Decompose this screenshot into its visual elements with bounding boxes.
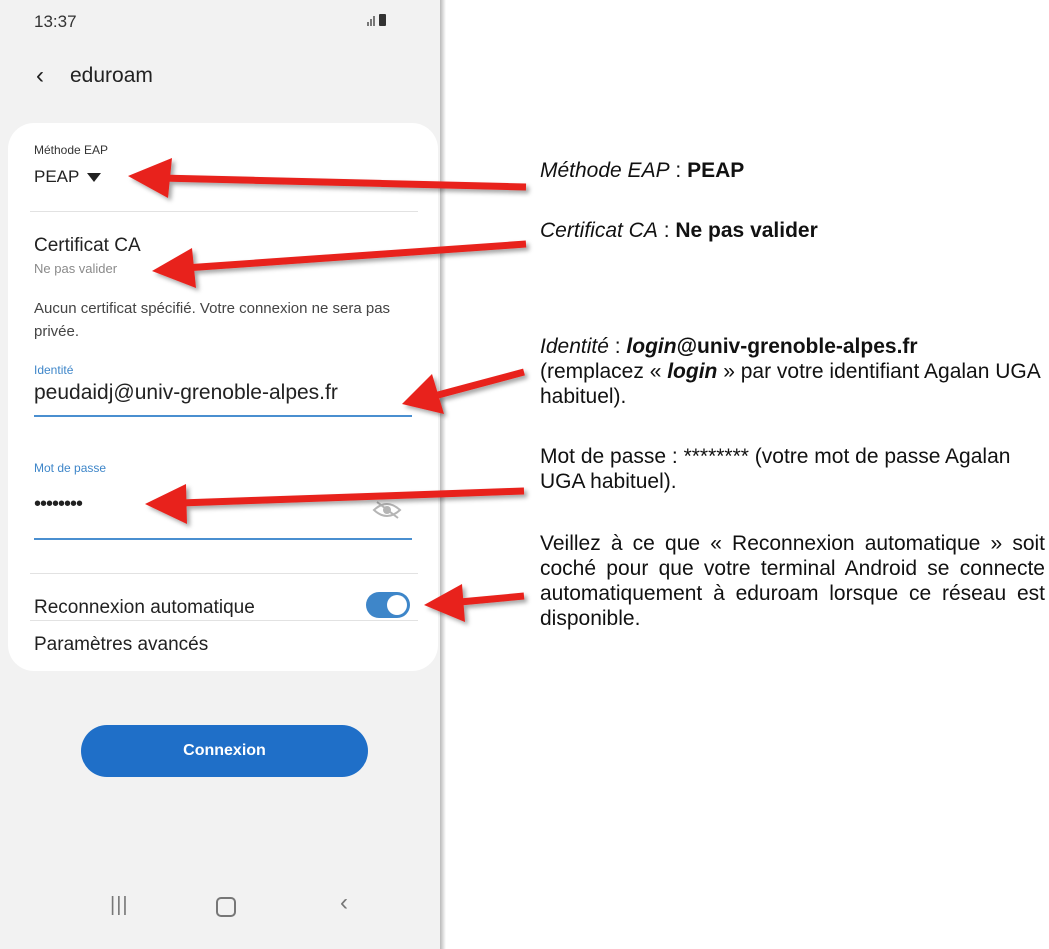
back-icon[interactable]: ‹ — [340, 889, 348, 917]
auto-reconnect-toggle[interactable] — [366, 592, 410, 618]
annotation-password: Mot de passe : ******** (votre mot de pa… — [540, 445, 1011, 493]
signal-icon — [367, 14, 375, 26]
annotation-eap: Méthode EAP : PEAP — [540, 159, 745, 182]
phone-screen: 13:37 ‹ eduroam Méthode EAP PEAP Certifi… — [0, 0, 440, 949]
password-field[interactable]: •••••••• — [34, 493, 83, 516]
identity-field[interactable]: peudaidj@univ-grenoble-alpes.fr — [34, 381, 338, 405]
ca-certificate-value: Ne pas valider — [34, 261, 118, 276]
eap-method-dropdown[interactable]: PEAP — [34, 167, 102, 187]
annotation-identity: Identité : login@univ-grenoble-alpes.fr(… — [540, 335, 1040, 408]
eye-off-icon[interactable] — [371, 500, 403, 520]
identity-label: Identité — [34, 363, 74, 377]
status-time: 13:37 — [34, 12, 77, 31]
home-icon[interactable] — [216, 897, 236, 917]
dropdown-arrow-icon — [87, 173, 102, 183]
eap-settings-card: Méthode EAP PEAP Certificat CA Ne pas va… — [8, 123, 438, 671]
eap-method-value: PEAP — [34, 167, 80, 186]
toggle-knob — [387, 595, 407, 615]
eap-method-label: Méthode EAP — [34, 143, 109, 157]
annotation-reconnect: Veillez à ce que « Reconnexion automatiq… — [540, 532, 1045, 630]
identity-underline — [34, 415, 412, 417]
password-label: Mot de passe — [34, 461, 107, 475]
advanced-settings-item[interactable]: Paramètres avancés — [34, 634, 208, 656]
connect-button[interactable]: Connexion — [81, 725, 368, 777]
status-icons — [367, 14, 386, 26]
chevron-left-icon[interactable]: ‹ — [36, 62, 44, 90]
divider — [30, 620, 418, 621]
password-underline — [34, 538, 412, 540]
ca-certificate-label[interactable]: Certificat CA — [34, 235, 141, 257]
phone-edge-shadow — [440, 0, 446, 949]
network-title: eduroam — [70, 64, 153, 87]
annotation-ca: Certificat CA : Ne pas valider — [540, 219, 818, 242]
recent-apps-icon[interactable]: ||| — [110, 894, 129, 917]
battery-icon — [379, 14, 386, 26]
auto-reconnect-label: Reconnexion automatique — [34, 597, 255, 618]
ca-warning-text: Aucun certificat spécifié. Votre connexi… — [34, 300, 391, 340]
divider — [30, 573, 418, 574]
divider — [30, 211, 418, 212]
